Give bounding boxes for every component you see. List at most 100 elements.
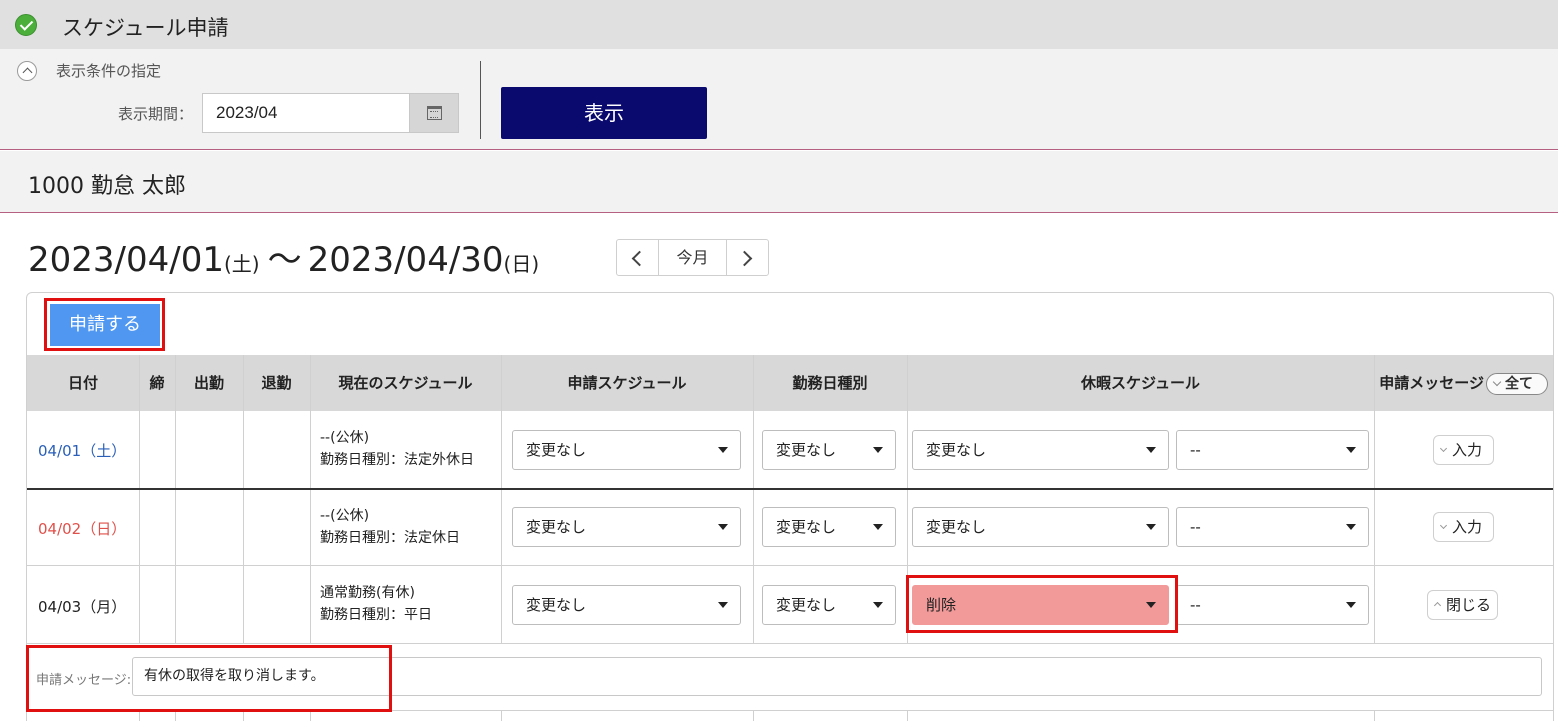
leave-detail-select[interactable]: -- (1176, 585, 1369, 625)
conditions-section-label: 表示条件の指定 (56, 62, 162, 80)
caret-down-icon (1146, 447, 1156, 453)
row-divider (27, 710, 1553, 711)
message-input-button[interactable]: 入力 (1433, 512, 1494, 542)
col-in: 出勤 (193, 374, 224, 392)
range-tilde: ～ (267, 240, 302, 280)
row-date[interactable]: 04/02（日） (38, 518, 126, 539)
caret-down-icon (1346, 602, 1356, 608)
schedule-daytype: 勤務日種別：法定外休日 (320, 452, 474, 468)
grid-line (753, 355, 754, 644)
message-close-button[interactable]: 閉じる (1427, 590, 1498, 620)
message-input-button[interactable]: 入力 (1433, 435, 1494, 465)
chevron-up-icon[interactable] (17, 61, 37, 81)
expand-all-button[interactable]: 全て (1486, 373, 1548, 395)
col-close: 締 (149, 374, 165, 392)
caret-down-icon (873, 524, 883, 530)
chevron-down-icon (1439, 444, 1448, 453)
page-title: スケジュール申請 (62, 16, 229, 40)
requested-schedule-select[interactable]: 変更なし (512, 507, 741, 547)
grid-line (907, 710, 908, 721)
row-divider (27, 488, 1553, 490)
calendar-icon (427, 106, 442, 120)
caret-down-icon (1146, 602, 1156, 608)
select-value: 変更なし (776, 441, 837, 459)
check-circle-icon (15, 14, 37, 36)
grid-line (753, 710, 754, 721)
col-out: 退勤 (261, 374, 292, 392)
show-button[interactable]: 表示 (501, 87, 707, 139)
chevron-up-icon (1433, 601, 1442, 610)
message-label: 申請メッセージ: (36, 673, 132, 688)
current-schedule: --(公休) 勤務日種別：法定休日 (320, 505, 460, 549)
row-date[interactable]: 04/01（土） (38, 440, 126, 461)
grid-line (243, 710, 244, 721)
chevron-right-icon[interactable] (726, 240, 768, 275)
select-value: 変更なし (926, 441, 987, 459)
col-day-type: 勤務日種別 (792, 374, 868, 392)
button-label: 入力 (1452, 518, 1483, 536)
month-navigation: 今月 (616, 239, 769, 276)
button-label: 入力 (1452, 441, 1483, 459)
this-month-button[interactable]: 今月 (659, 240, 726, 275)
caret-down-icon (1146, 524, 1156, 530)
leave-schedule-select[interactable]: 削除 (912, 585, 1169, 625)
grid-line (1374, 710, 1375, 721)
caret-down-icon (718, 524, 728, 530)
day-type-select[interactable]: 変更なし (762, 585, 896, 625)
grid-line (501, 710, 502, 721)
chevron-left-icon[interactable] (617, 240, 659, 275)
row-divider (27, 565, 1553, 566)
select-value: 変更なし (526, 441, 587, 459)
calendar-button[interactable] (409, 93, 459, 133)
caret-down-icon (873, 602, 883, 608)
schedule-name: 通常勤務(有休) (320, 585, 415, 601)
grid-line (907, 355, 908, 644)
message-input[interactable]: 有休の取得を取り消します。 (132, 657, 1542, 696)
employee-name: 1000 勤怠 太郎 (28, 174, 186, 199)
title-bar: スケジュール申請 (0, 0, 1558, 49)
schedule-daytype: 勤務日種別：平日 (320, 607, 432, 623)
col-message: 申請メッセージ (1379, 374, 1484, 392)
employee-bar: 1000 勤怠 太郎 (0, 151, 1558, 213)
display-conditions-panel: 表示条件の指定 表示期間： 2023/04 表示 (0, 49, 1558, 150)
grid-line (310, 710, 311, 721)
range-end: 2023/04/30 (307, 240, 504, 280)
grid-line (243, 355, 244, 644)
table-header: 日付 締 出勤 退勤 現在のスケジュール 申請スケジュール 勤務日種別 休暇スケ… (27, 355, 1553, 411)
schedule-daytype: 勤務日種別：法定休日 (320, 530, 460, 546)
select-value: -- (1190, 441, 1201, 459)
leave-detail-select[interactable]: -- (1176, 507, 1369, 547)
range-start: 2023/04/01 (28, 240, 224, 280)
select-value: -- (1190, 518, 1201, 536)
col-date: 日付 (67, 374, 98, 392)
leave-detail-select[interactable]: -- (1176, 430, 1369, 470)
day-type-select[interactable]: 変更なし (762, 430, 896, 470)
schedule-name: --(公休) (320, 508, 370, 524)
chevron-down-icon (1439, 521, 1448, 530)
row-date[interactable]: 04/03（月） (38, 596, 126, 617)
select-value: 変更なし (926, 518, 987, 536)
caret-down-icon (873, 447, 883, 453)
requested-schedule-select[interactable]: 変更なし (512, 430, 741, 470)
grid-line (175, 355, 176, 644)
requested-schedule-select[interactable]: 変更なし (512, 585, 741, 625)
grid-line (139, 355, 140, 644)
period-input[interactable]: 2023/04 (202, 93, 410, 133)
select-value: 変更なし (526, 518, 587, 536)
leave-schedule-select[interactable]: 変更なし (912, 507, 1169, 547)
period-label: 表示期間： (118, 105, 194, 123)
button-label: 閉じる (1446, 596, 1492, 614)
caret-down-icon (1346, 447, 1356, 453)
grid-line (139, 710, 140, 721)
apply-button[interactable]: 申請する (50, 304, 160, 346)
range-start-dow: (土) (223, 252, 260, 276)
caret-down-icon (718, 447, 728, 453)
select-value: 変更なし (776, 596, 837, 614)
grid-line (501, 355, 502, 644)
divider (480, 61, 481, 139)
grid-line (310, 355, 311, 644)
select-value: -- (1190, 596, 1201, 614)
row-divider (27, 643, 1553, 644)
day-type-select[interactable]: 変更なし (762, 507, 896, 547)
leave-schedule-select[interactable]: 変更なし (912, 430, 1169, 470)
